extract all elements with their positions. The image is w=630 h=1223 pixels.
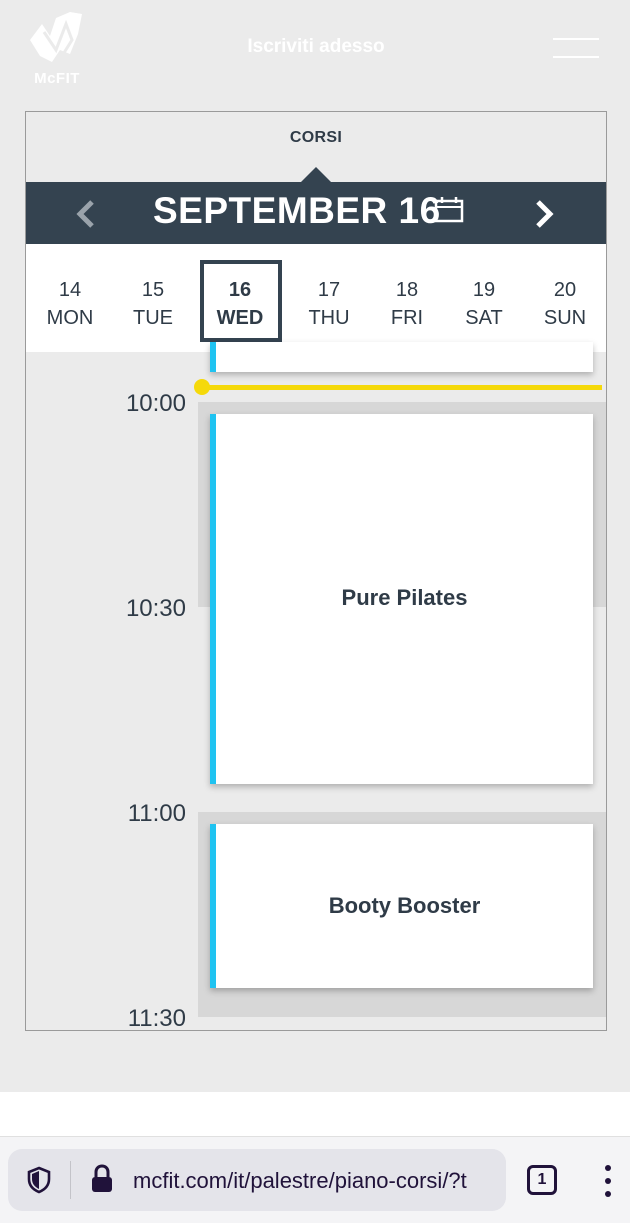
event-card-pure-pilates[interactable]: Pure Pilates [210,414,593,784]
time-label: 10:30 [125,595,186,622]
current-time-dot [194,379,210,395]
logo-text: McFIT [34,70,80,87]
day-wed-selected[interactable]: 16 WED [200,244,282,352]
day-tue[interactable]: 15 TUE [113,244,193,352]
event-title: Pure Pilates [341,585,468,610]
hamburger-menu-icon[interactable] [553,38,599,60]
time-label: 11:00 [127,800,186,827]
time-label: 11:30 [127,1005,186,1031]
mcfit-logo[interactable]: McFIT [26,10,88,90]
address-bar-divider [70,1161,71,1199]
day-number: 18 [395,279,419,301]
url-fade [466,1149,506,1211]
tab-active-indicator [300,167,332,183]
event-title: Booty Booster [328,893,481,918]
day-number: 15 [141,279,165,301]
current-time-line [202,385,602,390]
day-fri[interactable]: 18 FRI [367,244,447,352]
schedule-timeline[interactable]: 10:00 10:30 11:00 11:30 Pure Pilates Boo… [26,342,606,1031]
day-name: SAT [465,307,503,329]
day-name: MON [46,307,94,329]
day-thu[interactable]: 17 THU [289,244,369,352]
address-bar[interactable]: mcfit.com/it/palestre/piano-corsi/?t [8,1149,506,1211]
lock-icon[interactable] [90,1164,114,1194]
course-schedule-panel: CORSI SEPTEMBER 16 14 MON 15 TUE 16 WED … [25,111,607,1031]
page-bottom-area [0,1092,630,1136]
day-number: 19 [472,279,496,301]
day-name: FRI [390,307,424,329]
tab-label: CORSI [289,129,343,146]
event-card-previous[interactable] [210,342,593,372]
chevron-right-icon[interactable] [530,200,558,228]
day-selector: 14 MON 15 TUE 16 WED 17 THU 18 FRI 19 SA… [26,244,606,352]
day-number: 17 [317,279,341,301]
tab-corsi[interactable]: CORSI [26,112,606,183]
browser-toolbar: mcfit.com/it/palestre/piano-corsi/?t 1 [0,1136,630,1223]
signup-link[interactable]: Iscriviti adesso [200,36,432,58]
day-name: TUE [133,307,173,329]
day-name: SUN [543,307,587,329]
day-name: WED [216,307,264,329]
day-sun[interactable]: 20 SUN [525,244,605,352]
time-label: 10:00 [125,390,186,417]
shield-icon[interactable] [26,1166,52,1194]
day-number: 14 [58,279,82,301]
day-number: 20 [553,279,577,301]
day-name: THU [308,307,350,329]
day-number: 16 [228,279,252,301]
event-card-booty-booster[interactable]: Booty Booster [210,824,593,988]
url-text[interactable]: mcfit.com/it/palestre/piano-corsi/?t [133,1168,467,1194]
day-mon[interactable]: 14 MON [30,244,110,352]
site-header: McFIT Iscriviti adesso [0,0,630,100]
day-sat[interactable]: 19 SAT [444,244,524,352]
month-navigation-bar: SEPTEMBER 16 [26,182,606,244]
calendar-icon[interactable] [434,196,464,224]
chevron-left-icon[interactable] [72,200,100,228]
mcfit-logo-icon [30,12,82,62]
kebab-menu-icon[interactable] [603,1165,613,1197]
selected-date-title[interactable]: SEPTEMBER 16 [153,190,441,232]
tab-counter-button[interactable]: 1 [527,1165,557,1195]
